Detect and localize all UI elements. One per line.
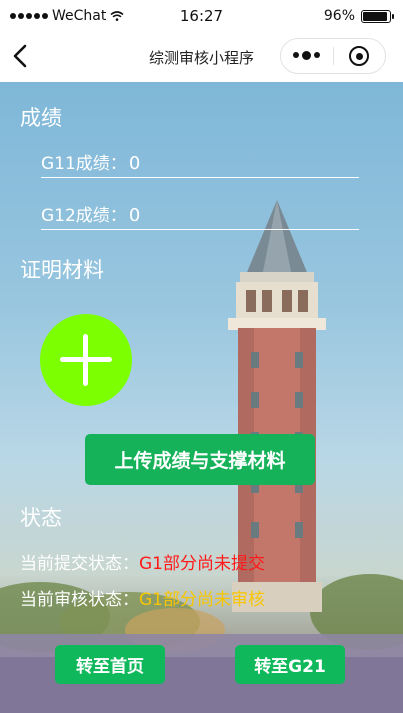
add-material-button[interactable] xyxy=(40,314,132,406)
plus-icon-vertical xyxy=(83,334,88,386)
g12-score-value: 0 xyxy=(128,205,141,226)
submit-status-value: G1部分尚未提交 xyxy=(139,554,265,574)
submit-status-label: 当前提交状态： xyxy=(20,554,139,574)
g11-score-field[interactable]: G11成绩： 0 xyxy=(41,148,359,178)
g12-score-label: G12成绩： xyxy=(41,206,127,226)
review-status-value: G1部分尚未审核 xyxy=(139,590,265,610)
upload-button[interactable]: 上传成绩与支撑材料 xyxy=(85,434,315,485)
menu-capsule xyxy=(280,38,386,74)
close-miniprogram-icon[interactable] xyxy=(333,46,385,66)
more-menu-icon[interactable] xyxy=(281,51,333,60)
go-home-button[interactable]: 转至首页 xyxy=(55,645,165,684)
nav-bar: 综测审核小程序 xyxy=(0,32,403,82)
battery-area: 96% xyxy=(323,8,394,24)
review-status-line: 当前审核状态：G1部分尚未审核 xyxy=(20,585,265,610)
materials-section-title: 证明材料 xyxy=(20,258,104,282)
scores-section-title: 成绩 xyxy=(20,106,62,130)
submit-status-line: 当前提交状态：G1部分尚未提交 xyxy=(20,549,265,574)
go-g21-button[interactable]: 转至G21 xyxy=(235,645,345,684)
review-status-label: 当前审核状态： xyxy=(20,590,139,610)
g11-score-value: 0 xyxy=(128,153,141,174)
page-title-text: 综测审核小程序 xyxy=(148,49,254,67)
status-section-title: 状态 xyxy=(20,506,62,530)
g12-score-field[interactable]: G12成绩： 0 xyxy=(41,200,359,230)
g11-score-label: G11成绩： xyxy=(41,154,127,174)
main-content: 成绩 G11成绩： 0 G12成绩： 0 证明材料 上传成绩与支撑材料 状态 当… xyxy=(0,82,403,713)
status-bar: WeChat 16:27 96% xyxy=(0,0,403,32)
battery-percent: 96% xyxy=(323,8,355,24)
battery-icon xyxy=(361,9,394,23)
